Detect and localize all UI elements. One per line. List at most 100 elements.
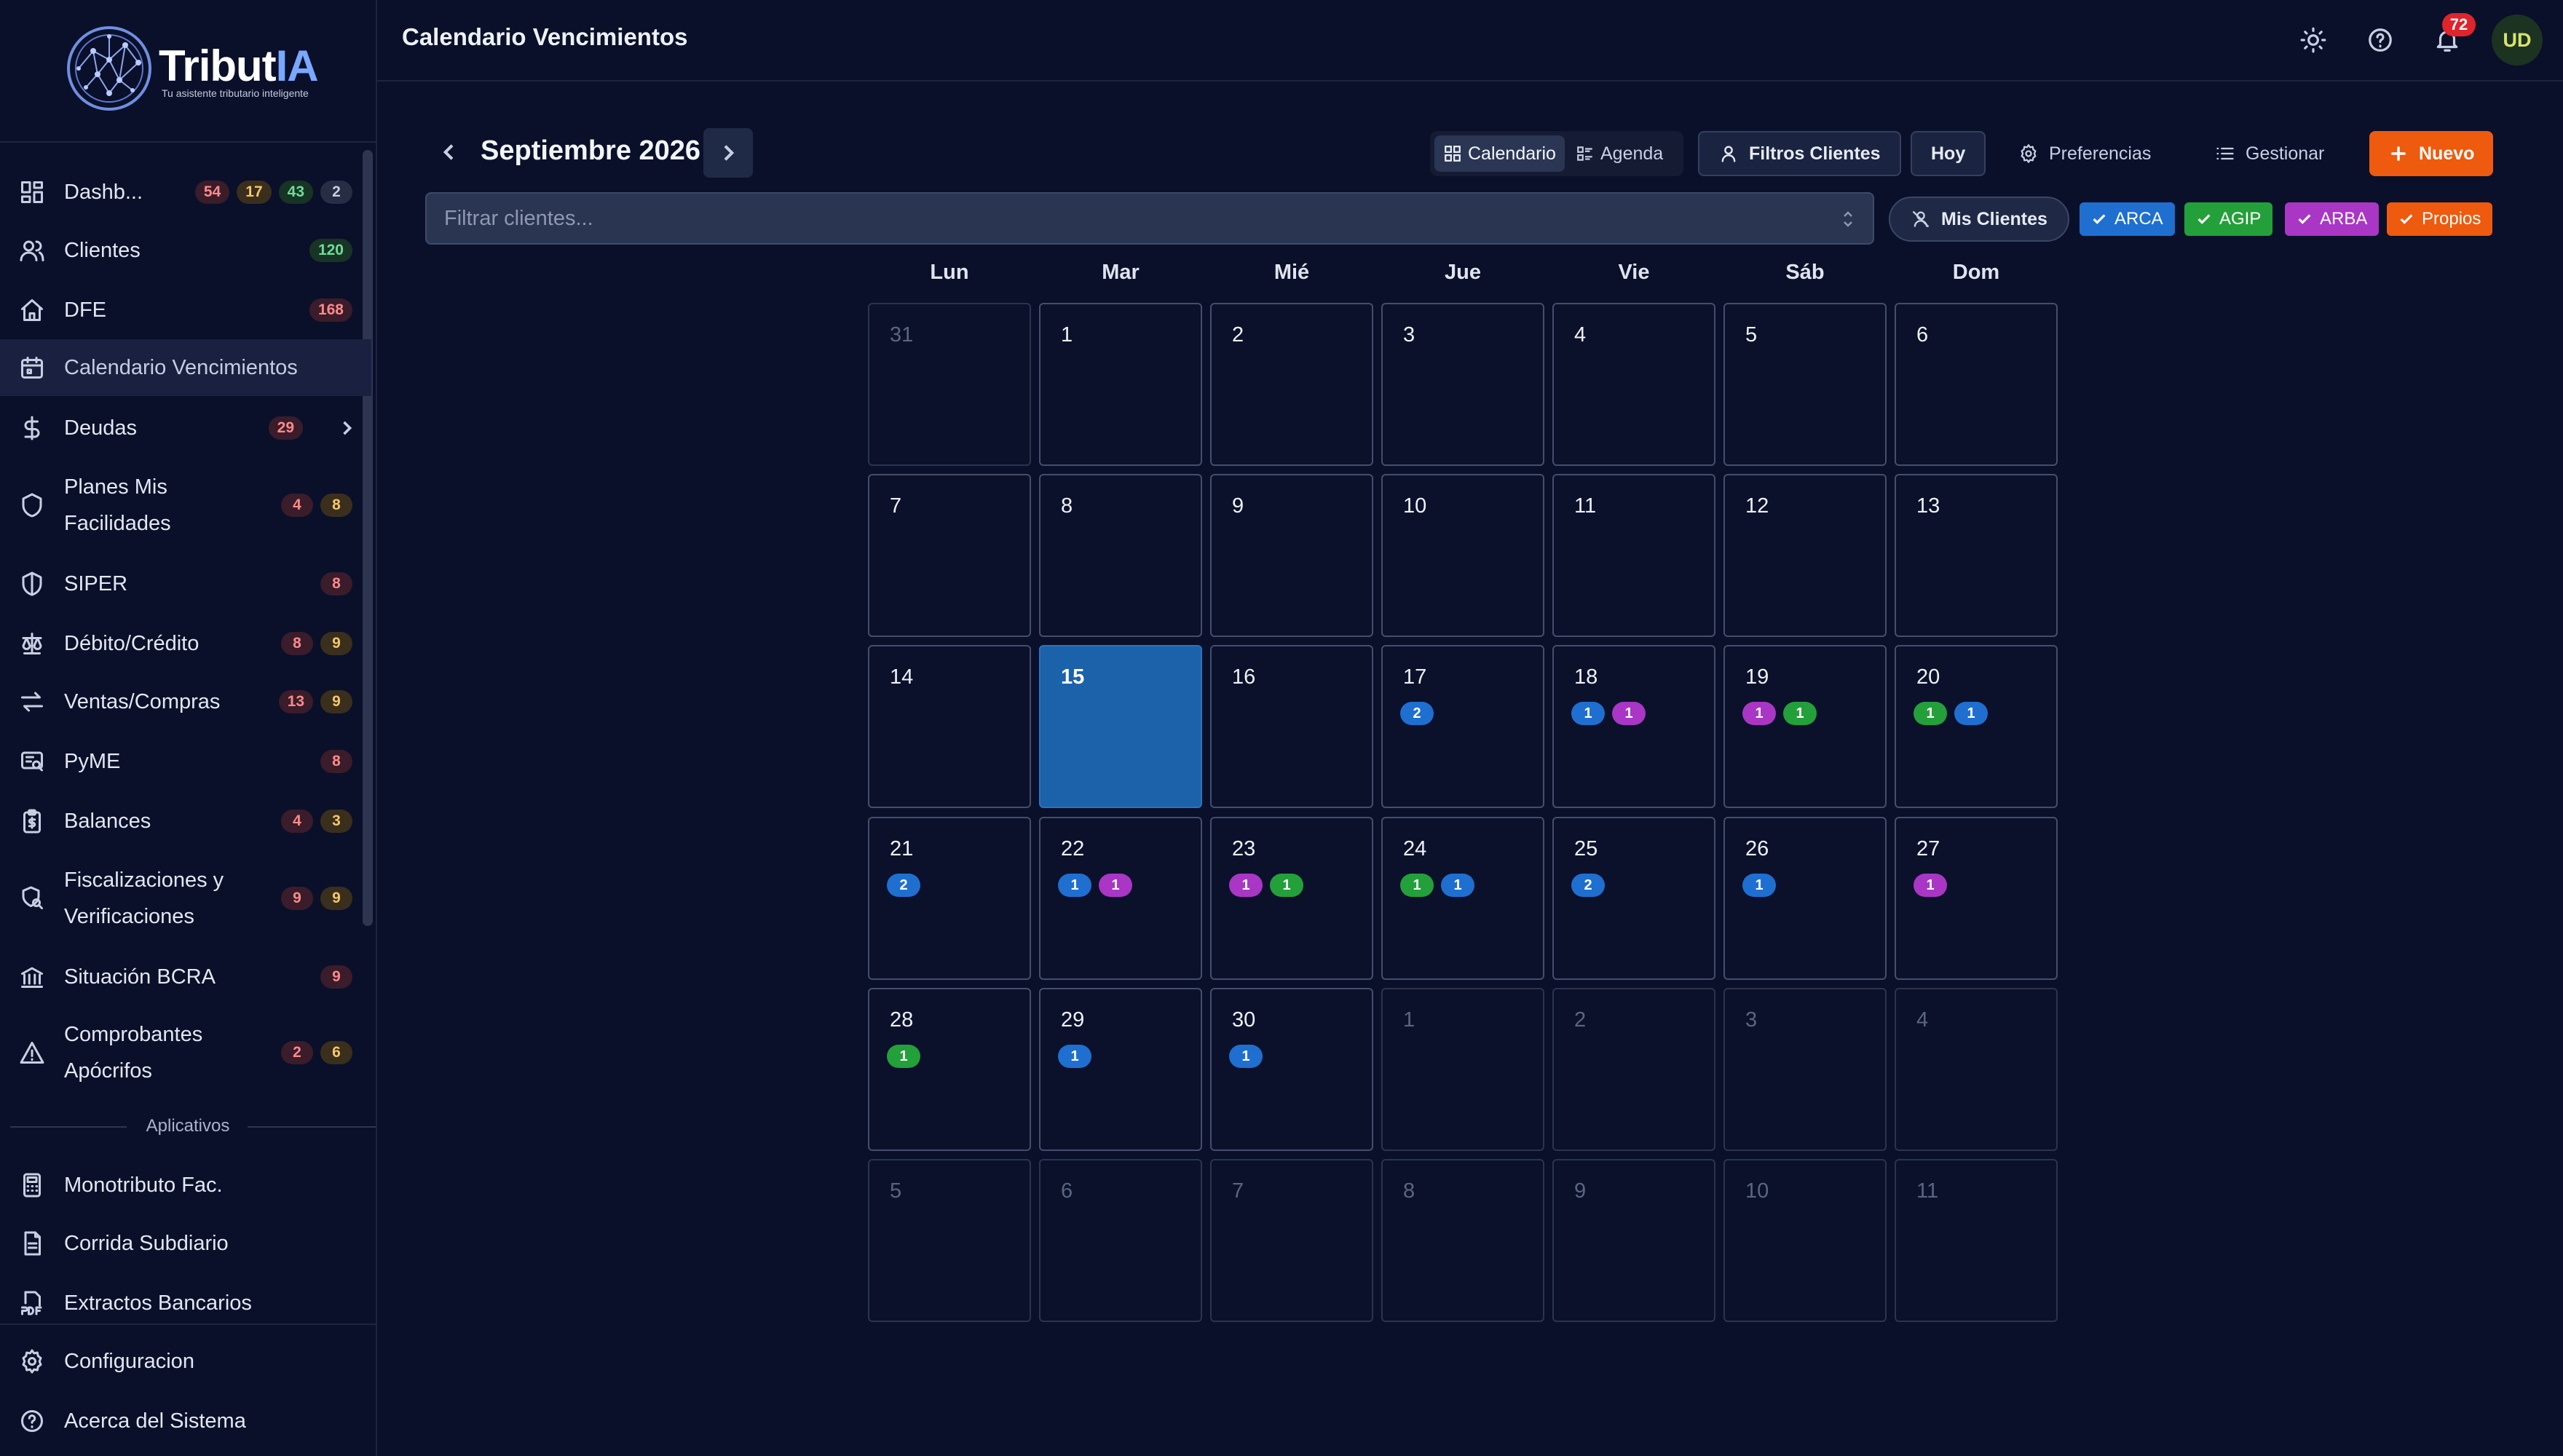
day-cell[interactable]: 30 1: [1210, 988, 1373, 1151]
event-count-arca[interactable]: 1: [1058, 874, 1091, 897]
event-count-arba[interactable]: 1: [1229, 874, 1263, 897]
view-agenda-button[interactable]: Agenda: [1567, 135, 1672, 172]
event-count-arba[interactable]: 1: [1099, 874, 1132, 897]
event-count-arca[interactable]: 2: [1400, 702, 1434, 725]
client-filter-select[interactable]: [425, 192, 1874, 245]
day-cell[interactable]: 4: [1895, 988, 2058, 1151]
sidebar-app-subdiario[interactable]: Corrida Subdiario: [0, 1223, 371, 1264]
day-cell[interactable]: 4: [1552, 303, 1715, 466]
sidebar-item-bcra[interactable]: Situación BCRA 9: [0, 957, 371, 997]
day-cell[interactable]: 28 1: [868, 988, 1031, 1151]
sun-icon[interactable]: [2295, 22, 2331, 58]
day-cell[interactable]: 2: [1552, 988, 1715, 1151]
event-count-arca[interactable]: 1: [1229, 1045, 1263, 1068]
day-cell[interactable]: 11: [1895, 1159, 2058, 1322]
day-cell[interactable]: 7: [868, 474, 1031, 637]
event-count-agip[interactable]: 1: [1270, 874, 1303, 897]
brand-logo[interactable]: TributIA Tu asistente tributario intelig…: [0, 0, 376, 143]
event-count-arba[interactable]: 1: [1914, 874, 1947, 897]
chip-propios[interactable]: Propios: [2387, 202, 2493, 236]
day-cell[interactable]: 3: [1381, 303, 1544, 466]
day-cell[interactable]: 1: [1039, 303, 1202, 466]
client-filters-button[interactable]: Filtros Clientes: [1698, 131, 1901, 176]
sidebar-item-deudas[interactable]: Deudas 29: [0, 408, 371, 448]
chip-arba[interactable]: ARBA: [2285, 202, 2380, 236]
event-count-agip[interactable]: 1: [1914, 702, 1947, 725]
event-count-arca[interactable]: 1: [1441, 874, 1474, 897]
day-cell[interactable]: 6: [1895, 303, 2058, 466]
sidebar-item-balances[interactable]: Balances 4 3: [0, 801, 371, 842]
event-count-arba[interactable]: 1: [1612, 702, 1646, 725]
event-count-arca[interactable]: 2: [1571, 874, 1605, 897]
day-cell[interactable]: 27 1: [1895, 817, 2058, 980]
sidebar-item-ventas-compras[interactable]: Ventas/Compras 13 9: [0, 681, 371, 722]
day-cell[interactable]: 3: [1723, 988, 1887, 1151]
day-cell[interactable]: 8: [1039, 474, 1202, 637]
help-icon[interactable]: [2362, 22, 2398, 58]
new-button[interactable]: Nuevo: [2369, 131, 2494, 176]
event-count-arca[interactable]: 1: [1742, 874, 1776, 897]
user-avatar[interactable]: UD: [2492, 15, 2543, 66]
day-cell[interactable]: 23 1 1: [1210, 817, 1373, 980]
sidebar-item-clientes[interactable]: Clientes 120: [0, 230, 371, 271]
day-cell[interactable]: 7: [1210, 1159, 1373, 1322]
chip-arca[interactable]: ARCA: [2080, 202, 2175, 236]
day-cell[interactable]: 14: [868, 645, 1031, 808]
day-cell[interactable]: 9: [1552, 1159, 1715, 1322]
day-cell[interactable]: 19 1 1: [1723, 645, 1887, 808]
day-cell[interactable]: 12: [1723, 474, 1887, 637]
day-cell[interactable]: 24 1 1: [1381, 817, 1544, 980]
sidebar-item-pyme[interactable]: PyME 8: [0, 741, 371, 782]
event-count-arca[interactable]: 1: [1954, 702, 1988, 725]
sidebar-item-fiscalizaciones[interactable]: Fiscalizaciones y Verificaciones 9 9: [0, 862, 371, 935]
day-cell[interactable]: 5: [1723, 303, 1887, 466]
chevron-right-icon[interactable]: [336, 418, 357, 438]
day-cell[interactable]: 1: [1381, 988, 1544, 1151]
manage-button[interactable]: Gestionar: [2196, 131, 2343, 176]
day-cell[interactable]: 8: [1381, 1159, 1544, 1322]
day-cell[interactable]: 10: [1723, 1159, 1887, 1322]
day-cell[interactable]: 16: [1210, 645, 1373, 808]
event-count-agip[interactable]: 1: [1400, 874, 1434, 897]
event-count-arca[interactable]: 1: [1571, 702, 1605, 725]
event-count-arba[interactable]: 1: [1742, 702, 1776, 725]
event-count-arca[interactable]: 2: [887, 874, 920, 897]
sidebar-item-configuracion[interactable]: Configuracion: [0, 1341, 371, 1382]
event-count-arca[interactable]: 1: [1058, 1045, 1091, 1068]
day-cell[interactable]: 17 2: [1381, 645, 1544, 808]
sidebar-item-dashboard[interactable]: Dashb... 54 17 43 2: [0, 172, 371, 213]
my-clients-toggle[interactable]: Mis Clientes: [1889, 197, 2069, 242]
day-cell[interactable]: 29 1: [1039, 988, 1202, 1151]
day-cell[interactable]: 2: [1210, 303, 1373, 466]
day-cell[interactable]: 20 1 1: [1895, 645, 2058, 808]
day-cell[interactable]: 22 1 1: [1039, 817, 1202, 980]
view-calendar-button[interactable]: Calendario: [1434, 135, 1565, 172]
day-cell[interactable]: 21 2: [868, 817, 1031, 980]
event-count-agip[interactable]: 1: [1783, 702, 1817, 725]
chip-agip[interactable]: AGIP: [2184, 202, 2273, 236]
client-filter-input[interactable]: [444, 194, 1828, 243]
sidebar-item-debito-credito[interactable]: Débito/Crédito 8 9: [0, 623, 371, 664]
day-cell[interactable]: 25 2: [1552, 817, 1715, 980]
preferences-button[interactable]: Preferencias: [1999, 131, 2170, 176]
previous-month-button[interactable]: [431, 130, 467, 175]
sidebar-app-monotributo[interactable]: Monotributo Fac.: [0, 1165, 371, 1206]
sidebar-item-calendario[interactable]: Calendario Vencimientos: [0, 339, 371, 396]
event-count-agip[interactable]: 1: [887, 1045, 920, 1068]
sidebar-app-extractos[interactable]: Extractos Bancarios: [0, 1283, 371, 1324]
day-cell[interactable]: 18 1 1: [1552, 645, 1715, 808]
day-cell[interactable]: 6: [1039, 1159, 1202, 1322]
day-cell[interactable]: 9: [1210, 474, 1373, 637]
day-cell[interactable]: 11: [1552, 474, 1715, 637]
sidebar-item-planes[interactable]: Planes Mis Facilidades 4 8: [0, 469, 371, 542]
day-cell[interactable]: 26 1: [1723, 817, 1887, 980]
sidebar-item-acerca[interactable]: Acerca del Sistema: [0, 1401, 371, 1441]
day-cell[interactable]: 13: [1895, 474, 2058, 637]
sidebar-item-siper[interactable]: SIPER 8: [0, 563, 371, 604]
sidebar-item-dfe[interactable]: DFE 168: [0, 290, 371, 331]
day-cell-today[interactable]: 15: [1039, 645, 1202, 808]
day-cell[interactable]: 5: [868, 1159, 1031, 1322]
day-cell[interactable]: 31: [868, 303, 1031, 466]
sidebar-item-apocrifos[interactable]: Comprobantes Apócrifos 2 6: [0, 1016, 371, 1089]
next-month-button[interactable]: [703, 128, 753, 178]
